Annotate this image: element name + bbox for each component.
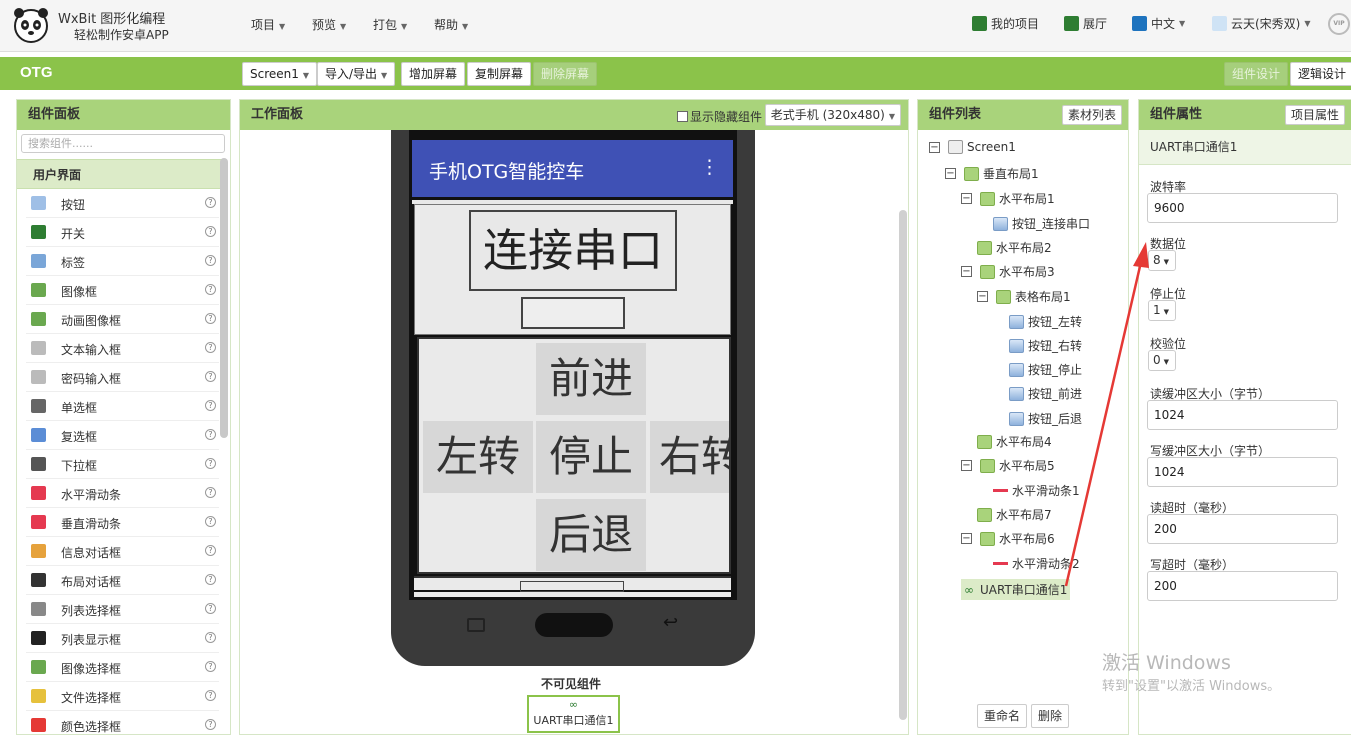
arrow-head — [1133, 242, 1149, 268]
annotation-arrow — [1064, 242, 1149, 587]
arrow-shaft — [1064, 261, 1143, 587]
windows-activation-subtitle: 转到"设置"以激活 Windows。 — [1102, 679, 1281, 694]
windows-activation-title: 激活 Windows — [1102, 652, 1231, 674]
